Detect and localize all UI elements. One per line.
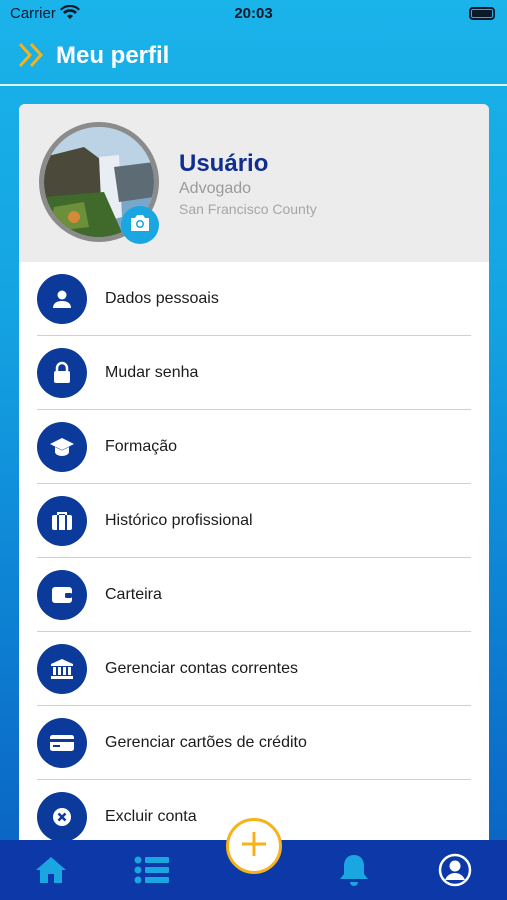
header-divider: [0, 84, 507, 86]
briefcase-icon: [37, 496, 87, 546]
home-icon[interactable]: [33, 852, 69, 888]
add-button[interactable]: [226, 818, 282, 874]
menu-item-dados-pessoais[interactable]: Dados pessoais: [19, 262, 489, 336]
menu-item-label: Histórico profissional: [105, 512, 253, 529]
profile-header: Usuário Advogado San Francisco County: [19, 104, 489, 262]
profile-location: San Francisco County: [179, 201, 317, 217]
profile-name: Usuário: [179, 150, 269, 177]
profile-icon[interactable]: [437, 852, 473, 888]
close-circle-icon: [37, 792, 87, 842]
menu-item-carteira[interactable]: Carteira: [19, 558, 489, 632]
menu-item-cartoes-de-credito[interactable]: Gerenciar cartões de crédito: [19, 706, 489, 780]
menu-item-label: Formação: [105, 438, 178, 455]
menu-item-label: Gerenciar cartões de crédito: [105, 734, 307, 751]
camera-icon: [129, 214, 151, 237]
credit-card-icon: [37, 718, 87, 768]
menu-item-mudar-senha[interactable]: Mudar senha: [19, 336, 489, 410]
menu-item-label: Carteira: [105, 586, 162, 603]
person-icon: [37, 274, 87, 324]
double-chevron-icon[interactable]: [18, 42, 46, 73]
menu-item-label: Mudar senha: [105, 364, 199, 381]
profile-menu: Dados pessoais Mudar senha Formação Hist…: [19, 262, 489, 854]
menu-item-label: Gerenciar contas correntes: [105, 660, 298, 677]
change-photo-button[interactable]: [121, 206, 159, 244]
profile-card: Usuário Advogado San Francisco County Da…: [19, 104, 489, 864]
wallet-icon: [37, 570, 87, 620]
page-title: Meu perfil: [56, 42, 170, 69]
menu-item-contas-correntes[interactable]: Gerenciar contas correntes: [19, 632, 489, 706]
add-icon: [239, 829, 269, 864]
graduation-cap-icon: [37, 422, 87, 472]
status-bar: Carrier 20:03: [0, 0, 507, 28]
nav-header: Meu perfil: [0, 28, 507, 84]
menu-item-label: Excluir conta: [105, 808, 197, 825]
menu-item-label: Dados pessoais: [105, 290, 219, 307]
clock: 20:03: [234, 5, 273, 22]
lock-icon: [37, 348, 87, 398]
menu-item-formacao[interactable]: Formação: [19, 410, 489, 484]
bell-icon[interactable]: [336, 852, 372, 888]
menu-item-historico-profissional[interactable]: Histórico profissional: [19, 484, 489, 558]
profile-role: Advogado: [179, 180, 252, 197]
bank-icon: [37, 644, 87, 694]
list-icon[interactable]: [134, 852, 170, 888]
battery-icon: [469, 7, 495, 20]
